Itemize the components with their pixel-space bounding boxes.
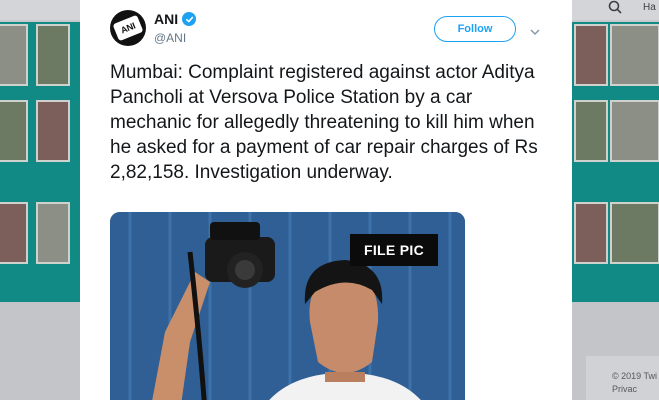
grid-tile [36, 202, 70, 264]
footer-privacy-link[interactable]: Privac [612, 384, 637, 394]
author-name[interactable]: ANI [154, 11, 178, 27]
grid-tile [610, 24, 659, 86]
avatar[interactable]: ANI [110, 10, 146, 46]
search-icon[interactable] [608, 0, 622, 17]
grid-tile [0, 202, 28, 264]
tweet-modal: ANI ANI @ANI Follow Mumbai: Complaint re… [80, 0, 572, 400]
author-handle[interactable]: @ANI [154, 31, 186, 45]
footer-copyright: © 2019 Twi [612, 371, 657, 381]
tweet-header: ANI ANI @ANI Follow [110, 10, 550, 50]
grid-tile [36, 24, 70, 86]
file-pic-label: FILE PIC [350, 234, 438, 266]
grid-tile [0, 100, 28, 162]
verified-badge-icon [182, 12, 197, 26]
tweet-text: Mumbai: Complaint registered against act… [110, 62, 538, 183]
grid-tile [610, 202, 659, 264]
grid-tile [574, 202, 608, 264]
chevron-down-icon[interactable] [530, 24, 540, 36]
tweet-media-photo[interactable]: FILE PIC [110, 212, 465, 400]
file-pic-text: FILE PIC [364, 242, 424, 258]
avatar-logo: ANI [112, 14, 144, 42]
grid-tile [574, 100, 608, 162]
grid-tile [574, 24, 608, 86]
grid-tile [0, 24, 28, 86]
grid-tile [610, 100, 659, 162]
grid-tile [36, 100, 70, 162]
avatar-logo-text: ANI [119, 20, 137, 36]
author-name-row: ANI [154, 11, 197, 27]
follow-button[interactable]: Follow [434, 16, 516, 42]
background-header-text: Ha [643, 2, 656, 13]
